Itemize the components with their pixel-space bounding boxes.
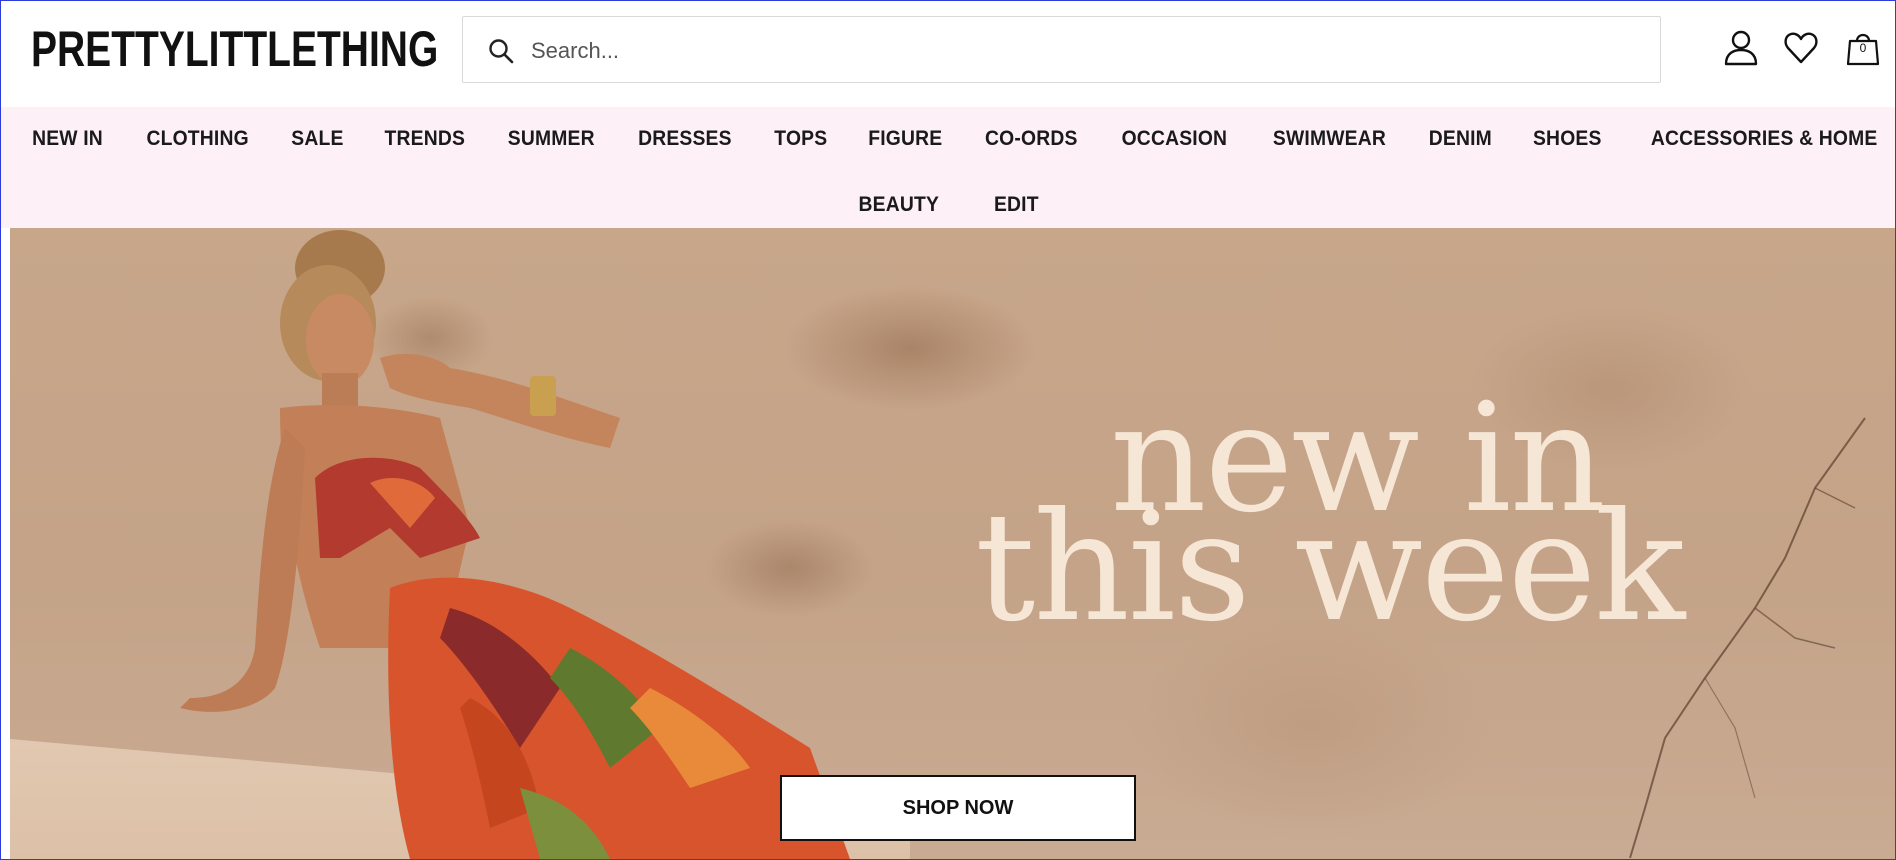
- nav-row-primary: NEW IN CLOTHING SALE TRENDS SUMMER DRESS…: [1, 117, 1895, 161]
- nav-item-figure[interactable]: FIGURE: [868, 127, 942, 151]
- search-icon: [489, 39, 514, 64]
- model-photo: [180, 230, 850, 859]
- nav-item-denim[interactable]: DENIM: [1429, 127, 1492, 151]
- hero-title: new in this week: [975, 384, 1755, 655]
- nav-item-edit[interactable]: EDIT: [994, 193, 1039, 217]
- site-header: PRETTYLITTLETHING 0: [1, 1, 1895, 107]
- nav-item-tops[interactable]: TOPS: [774, 127, 827, 151]
- nav-item-beauty[interactable]: BEAUTY: [858, 193, 939, 217]
- shopping-bag-button[interactable]: 0: [1845, 29, 1881, 67]
- search-bar[interactable]: [462, 16, 1661, 83]
- main-navigation: NEW IN CLOTHING SALE TRENDS SUMMER DRESS…: [1, 107, 1895, 228]
- nav-item-trends[interactable]: TRENDS: [384, 127, 465, 151]
- nav-item-accessories-home[interactable]: ACCESSORIES & HOME: [1650, 127, 1877, 151]
- nav-item-occasion[interactable]: OCCASION: [1122, 127, 1228, 151]
- bag-count: 0: [1859, 41, 1867, 55]
- search-input[interactable]: [529, 27, 1633, 74]
- nav-item-co-ords[interactable]: CO-ORDS: [985, 127, 1078, 151]
- account-icon[interactable]: [1723, 29, 1759, 67]
- hero-title-line2: this week: [975, 481, 1685, 655]
- nav-item-summer[interactable]: SUMMER: [508, 127, 595, 151]
- wishlist-heart-icon[interactable]: [1783, 29, 1819, 67]
- nav-item-dresses[interactable]: DRESSES: [638, 127, 732, 151]
- nav-item-new-in[interactable]: NEW IN: [32, 127, 103, 151]
- nav-item-swimwear[interactable]: SWIMWEAR: [1272, 127, 1385, 151]
- site-logo[interactable]: PRETTYLITTLETHING: [31, 19, 438, 79]
- nav-item-sale[interactable]: SALE: [291, 127, 343, 151]
- nav-item-clothing[interactable]: CLOTHING: [146, 127, 248, 151]
- browser-frame: PRETTYLITTLETHING 0 NEW IN CLOT: [0, 0, 1896, 860]
- nav-item-shoes[interactable]: SHOES: [1533, 127, 1602, 151]
- shop-now-button[interactable]: SHOP NOW: [780, 775, 1136, 841]
- hero-banner[interactable]: new in this week SHOP NOW: [10, 228, 1895, 859]
- nav-row-secondary: BEAUTY EDIT: [1, 183, 1895, 227]
